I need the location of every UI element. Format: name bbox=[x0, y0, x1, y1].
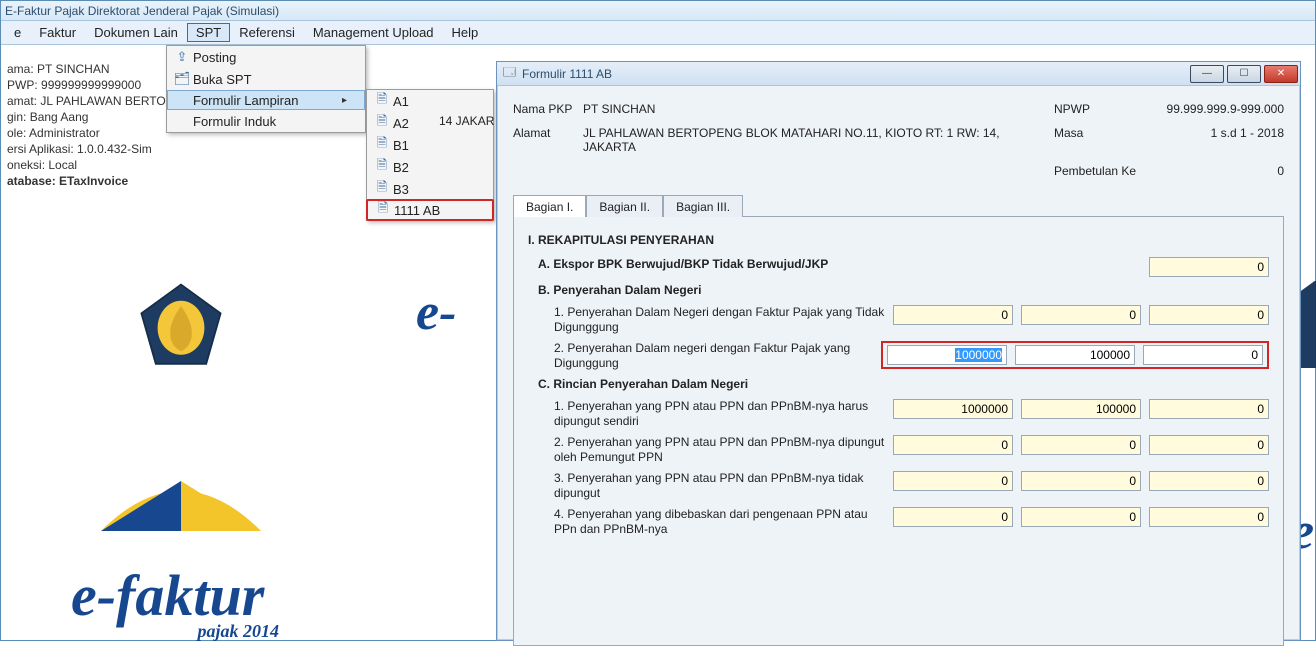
row-c3-label: 3. Penyerahan yang PPN atau PPN dan PPnB… bbox=[528, 471, 893, 501]
field-b2-3[interactable] bbox=[1143, 345, 1263, 365]
alamat-value: JL PAHLAWAN BERTOPENG BLOK MATAHARI NO.1… bbox=[583, 126, 1054, 154]
field-c2-1[interactable] bbox=[893, 435, 1013, 455]
minimize-button[interactable]: — bbox=[1190, 65, 1224, 83]
close-button[interactable]: ✕ bbox=[1264, 65, 1298, 83]
formulir-window: 🗔 Formulir 1111 AB — ☐ ✕ Nama PKP PT SIN… bbox=[496, 61, 1301, 641]
menu-faktur[interactable]: Faktur bbox=[30, 23, 85, 42]
menu-management-upload[interactable]: Management Upload bbox=[304, 23, 443, 42]
row-c1-label: 1. Penyerahan yang PPN atau PPN dan PPnB… bbox=[528, 399, 893, 429]
field-c4-3[interactable] bbox=[1149, 507, 1269, 527]
alamat-overflow: 14 JAKAR bbox=[439, 114, 494, 128]
section-b-title: B. Penyerahan Dalam Negeri bbox=[538, 283, 1269, 297]
row-b1-label: 1. Penyerahan Dalam Negeri dengan Faktur… bbox=[528, 305, 893, 335]
tab-bagian-2[interactable]: Bagian II. bbox=[586, 195, 663, 217]
app-icon: 🗔 bbox=[503, 63, 516, 84]
section-c-title: C. Rincian Penyerahan Dalam Negeri bbox=[538, 377, 1269, 391]
sub-titlebar: 🗔 Formulir 1111 AB — ☐ ✕ bbox=[497, 62, 1300, 86]
window-title: E-Faktur Pajak Direktorat Jenderal Pajak… bbox=[1, 1, 1315, 21]
submenu-b2[interactable]: 🗎B2 bbox=[367, 156, 493, 178]
masa-value: 1 s.d 1 - 2018 bbox=[1144, 126, 1284, 154]
document-icon: 🗎 bbox=[371, 112, 393, 134]
row-c4-label: 4. Penyerahan yang dibebaskan dari penge… bbox=[528, 507, 893, 537]
highlighted-row-b2: 1000000 bbox=[881, 341, 1269, 369]
lampiran-submenu: 🗎A1 🗎A2 🗎B1 🗎B2 🗎B3 🗎1111 AB bbox=[366, 89, 494, 221]
submenu-1111ab[interactable]: 🗎1111 AB bbox=[366, 199, 494, 221]
header-grid: Nama PKP PT SINCHAN NPWP 99.999.999.9-99… bbox=[513, 102, 1284, 178]
menu-help[interactable]: Help bbox=[443, 23, 488, 42]
efaktur-logo-partial: e- bbox=[416, 283, 456, 342]
tab-panel-bagian-1: I. REKAPITULASI PENYERAHAN A. Ekspor BPK… bbox=[513, 216, 1284, 646]
field-c4-1[interactable] bbox=[893, 507, 1013, 527]
field-c2-2[interactable] bbox=[1021, 435, 1141, 455]
pembetulan-value: 0 bbox=[1144, 164, 1284, 178]
field-c3-3[interactable] bbox=[1149, 471, 1269, 491]
section-rekap-title: I. REKAPITULASI PENYERAHAN bbox=[528, 233, 1269, 247]
menubar: e Faktur Dokumen Lain SPT Referensi Mana… bbox=[1, 21, 1315, 45]
main-window: E-Faktur Pajak Direktorat Jenderal Pajak… bbox=[0, 0, 1316, 641]
field-b2-2[interactable] bbox=[1015, 345, 1135, 365]
field-b1-2[interactable] bbox=[1021, 305, 1141, 325]
tabs: Bagian I. Bagian II. Bagian III. bbox=[513, 194, 1284, 216]
field-c3-2[interactable] bbox=[1021, 471, 1141, 491]
field-c2-3[interactable] bbox=[1149, 435, 1269, 455]
field-b1-1[interactable] bbox=[893, 305, 1013, 325]
field-b2-1[interactable]: 1000000 bbox=[887, 345, 1007, 365]
field-c1-2[interactable] bbox=[1021, 399, 1141, 419]
npwp-value: 99.999.999.9-999.000 bbox=[1144, 102, 1284, 116]
document-icon: 🗎 bbox=[371, 178, 393, 200]
field-a-1[interactable] bbox=[1149, 257, 1269, 277]
sub-window-title: Formulir 1111 AB bbox=[522, 67, 1190, 81]
document-icon: 🗎 bbox=[371, 156, 393, 178]
document-icon: 🗎 bbox=[371, 90, 393, 112]
submenu-a1[interactable]: 🗎A1 bbox=[367, 90, 493, 112]
field-c1-3[interactable] bbox=[1149, 399, 1269, 419]
info-panel: ama: PT SINCHAN PWP: 999999999999000 ama… bbox=[1, 51, 361, 199]
menu-file[interactable]: e bbox=[5, 23, 30, 42]
efaktur-logo-full: e-faktur pajak 2014 bbox=[71, 461, 291, 642]
djp-logo-icon bbox=[136, 281, 226, 371]
field-c1-1[interactable] bbox=[893, 399, 1013, 419]
maximize-button[interactable]: ☐ bbox=[1227, 65, 1261, 83]
submenu-b1[interactable]: 🗎B1 bbox=[367, 134, 493, 156]
menu-dokumen-lain[interactable]: Dokumen Lain bbox=[85, 23, 187, 42]
menu-referensi[interactable]: Referensi bbox=[230, 23, 304, 42]
nama-pkp-value: PT SINCHAN bbox=[583, 102, 1054, 116]
row-b2-label: 2. Penyerahan Dalam negeri dengan Faktur… bbox=[528, 341, 881, 371]
tab-bagian-1[interactable]: Bagian I. bbox=[513, 195, 586, 217]
document-icon: 🗎 bbox=[372, 199, 394, 221]
submenu-b3[interactable]: 🗎B3 bbox=[367, 178, 493, 200]
field-c3-1[interactable] bbox=[893, 471, 1013, 491]
row-c2-label: 2. Penyerahan yang PPN atau PPN dan PPnB… bbox=[528, 435, 893, 465]
field-c4-2[interactable] bbox=[1021, 507, 1141, 527]
document-icon: 🗎 bbox=[371, 134, 393, 156]
menu-spt[interactable]: SPT bbox=[187, 23, 230, 42]
section-a-title: A. Ekspor BPK Berwujud/BKP Tidak Berwuju… bbox=[538, 257, 828, 271]
tab-bagian-3[interactable]: Bagian III. bbox=[663, 195, 743, 217]
field-b1-3[interactable] bbox=[1149, 305, 1269, 325]
